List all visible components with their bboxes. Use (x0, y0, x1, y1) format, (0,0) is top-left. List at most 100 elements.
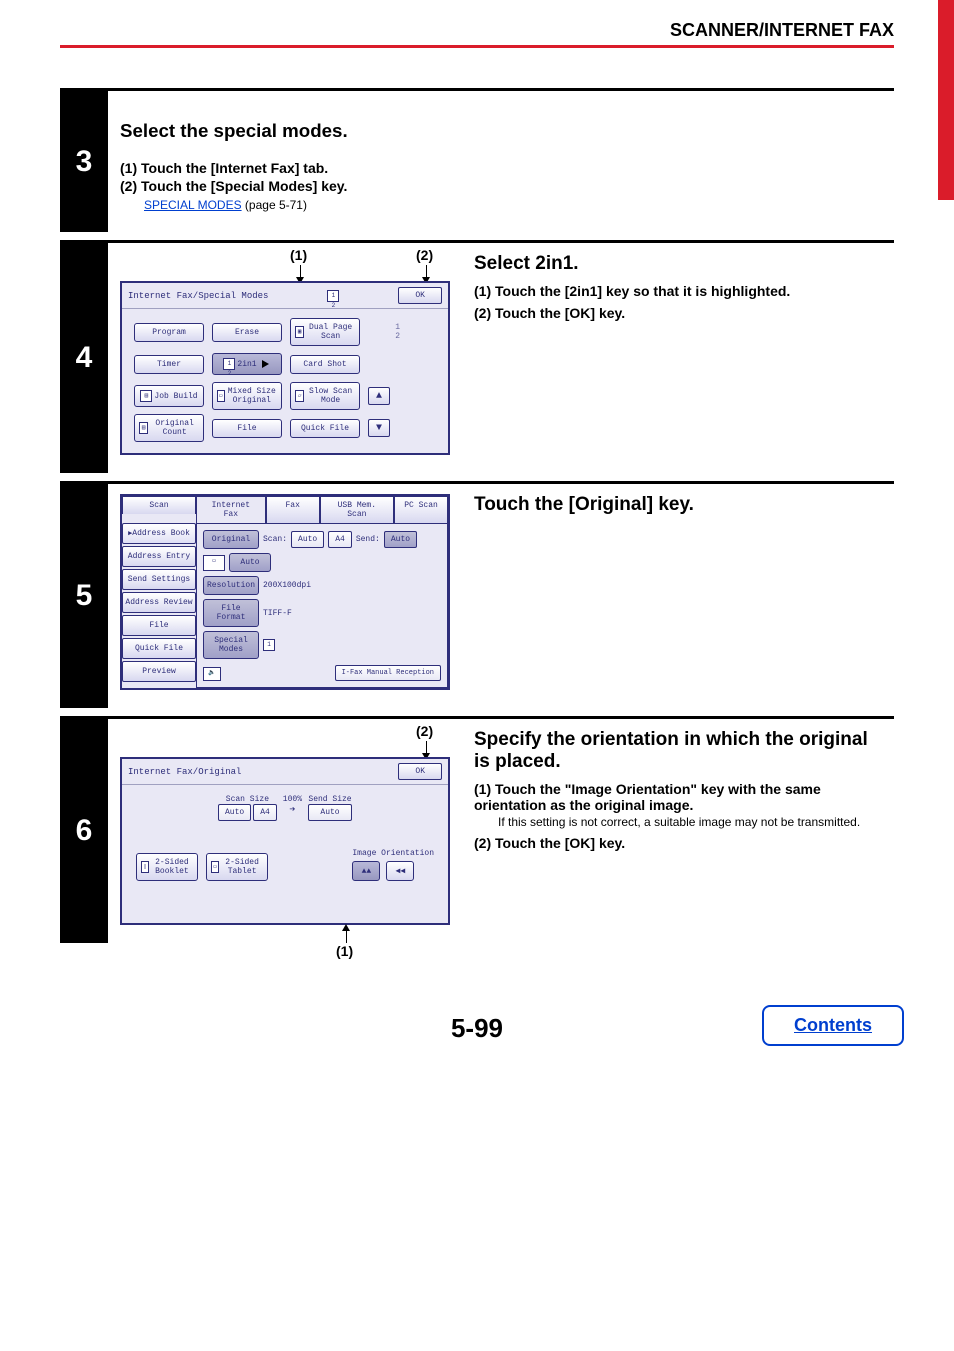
send-label: Send: (356, 535, 380, 544)
step-5-row: 5 Scan Internet Fax Fax USB Mem. Scan (60, 481, 894, 708)
orientation-portrait-button[interactable]: ▲▲ (352, 861, 380, 881)
orientation-landscape-button[interactable]: ◀◀ (386, 861, 414, 881)
two-sided-booklet-button[interactable]: ▯2-Sided Booklet (136, 853, 198, 881)
sidebar-send-settings[interactable]: Send Settings (122, 569, 196, 590)
main-screen: Scan Internet Fax Fax USB Mem. Scan PC S… (120, 494, 450, 690)
tablet-icon: ▭ (211, 861, 219, 873)
portrait-icon: ▲▲ (362, 867, 372, 876)
speaker-icon[interactable]: 🔈 (203, 667, 221, 681)
step-number: 6 (60, 719, 108, 943)
send-size-label: Send Size (308, 795, 352, 804)
exposure-auto-button[interactable]: Auto (229, 553, 271, 572)
timer-button[interactable]: Timer (134, 355, 204, 374)
step-3-row: 3 Select the special modes. (1) Touch th… (60, 88, 894, 232)
step-4-sub1: (1) Touch the [2in1] key so that it is h… (474, 283, 882, 299)
scan-a4-field: A4 (328, 531, 352, 548)
tab-scan[interactable]: Scan (122, 496, 196, 514)
file-button[interactable]: File (212, 419, 282, 438)
mixed-icon: ▭ (217, 390, 225, 402)
scan-a4-field[interactable]: A4 (253, 804, 277, 821)
percent-label: 100% (283, 795, 302, 804)
scan-size-label: Scan Size (218, 795, 277, 804)
step-6-sub1-note: If this setting is not correct, a suitab… (498, 815, 882, 829)
step-6-sub2: (2) Touch the [OK] key. (474, 835, 882, 851)
step-4-sub2: (2) Touch the [OK] key. (474, 305, 882, 321)
landscape-icon: ◀◀ (396, 866, 406, 876)
selector-pointer-icon (262, 360, 269, 368)
screen-title: Internet Fax/Original (128, 767, 241, 777)
scan-auto-field: Auto (291, 531, 324, 548)
scroll-up-button[interactable]: ▲ (368, 387, 390, 405)
contents-button[interactable]: Contents (762, 1005, 904, 1046)
callout-1-label: (1) (290, 247, 307, 263)
sidebar-address-review[interactable]: Address Review (122, 592, 196, 613)
ok-button[interactable]: OK (398, 763, 442, 780)
dual-page-scan-button[interactable]: ▣Dual Page Scan (290, 318, 360, 346)
jobbuild-icon: ▤ (140, 390, 152, 402)
section-title: SCANNER/INTERNET FAX (670, 20, 894, 40)
file-format-button[interactable]: File Format (203, 599, 259, 627)
step-3-sub2: (2) Touch the [Special Modes] key. (120, 178, 882, 194)
mixed-size-button[interactable]: ▭Mixed Size Original (212, 382, 282, 410)
sidebar-address-entry[interactable]: Address Entry (122, 546, 196, 567)
screen-title: Internet Fax/Special Modes (128, 291, 268, 301)
exposure-thumb-icon: ▭ (203, 555, 225, 571)
step-number: 4 (60, 243, 108, 473)
ifax-reception-button[interactable]: I-Fax Manual Reception (335, 665, 441, 681)
special-modes-screen: Internet Fax/Special Modes 1 2 OK Progra… (120, 281, 450, 455)
origcount-icon: ▤ (139, 422, 148, 434)
slowscan-icon: ▱ (295, 390, 304, 402)
step-4-row: 4 (1) (2) Internet Fax/Special Modes 1 2… (60, 240, 894, 473)
send-auto-field: Auto (384, 531, 417, 548)
file-format-value: TIFF-F (263, 609, 292, 618)
scroll-down-button[interactable]: ▼ (368, 419, 390, 437)
pager: 1 2 (368, 323, 400, 341)
send-auto-field[interactable]: Auto (308, 804, 352, 821)
sidebar-file[interactable]: File (122, 615, 196, 636)
section-header: SCANNER/INTERNET FAX (60, 20, 894, 48)
step-number: 3 (60, 91, 108, 232)
tab-fax[interactable]: Fax (266, 496, 320, 523)
slow-scan-button[interactable]: ▱Slow Scan Mode (290, 382, 360, 410)
original-button[interactable]: Original (203, 530, 259, 549)
scan-label: Scan: (263, 535, 287, 544)
image-orientation-label: Image Orientation (352, 849, 434, 858)
step-4-title: Select 2in1. (474, 253, 882, 275)
step-number: 5 (60, 484, 108, 708)
twoin1-icon: 1 2 (223, 358, 235, 370)
callout-line (346, 929, 347, 943)
step-6-row: 6 (2) Internet Fax/Original OK Scan Size (60, 716, 894, 943)
scan-auto-field[interactable]: Auto (218, 804, 251, 821)
step-5-title: Touch the [Original] key. (474, 494, 882, 516)
step-3-sub1: (1) Touch the [Internet Fax] tab. (120, 160, 882, 176)
sidebar-preview[interactable]: Preview (122, 661, 196, 682)
ok-button[interactable]: OK (398, 287, 442, 304)
arrow-icon: ➔ (283, 804, 302, 816)
special-modes-page: (page 5-71) (242, 198, 307, 212)
program-button[interactable]: Program (134, 323, 204, 342)
twoin1-titlebar-icon: 1 2 (327, 290, 339, 302)
two-sided-tablet-button[interactable]: ▭2-Sided Tablet (206, 853, 268, 881)
card-shot-button[interactable]: Card Shot (290, 355, 360, 374)
step-3-title: Select the special modes. (120, 120, 882, 142)
sidebar-address-book[interactable]: ▶Address Book (122, 523, 196, 544)
callout-2-label: (2) (416, 247, 433, 263)
erase-button[interactable]: Erase (212, 323, 282, 342)
tab-usb-scan[interactable]: USB Mem. Scan (320, 496, 394, 523)
step-6-title: Specify the orientation in which the ori… (474, 729, 882, 773)
special-modes-count-icon: 1 (263, 639, 275, 651)
callout-1-label: (1) (336, 943, 353, 959)
tab-pc-scan[interactable]: PC Scan (394, 496, 448, 523)
quick-file-button[interactable]: Quick File (290, 419, 360, 438)
tab-internet-fax[interactable]: Internet Fax (196, 496, 266, 523)
step-6-sub1: (1) Touch the "Image Orientation" key wi… (474, 781, 882, 813)
resolution-button[interactable]: Resolution (203, 576, 259, 595)
red-side-stripe (938, 0, 954, 200)
twoin1-button[interactable]: 1 22in1 (212, 353, 282, 375)
original-count-button[interactable]: ▤Original Count (134, 414, 204, 442)
special-modes-link[interactable]: SPECIAL MODES (144, 198, 242, 212)
job-build-button[interactable]: ▤Job Build (134, 385, 204, 407)
sidebar-quick-file[interactable]: Quick File (122, 638, 196, 659)
resolution-value: 200X100dpi (263, 581, 311, 590)
special-modes-button[interactable]: Special Modes (203, 631, 259, 659)
